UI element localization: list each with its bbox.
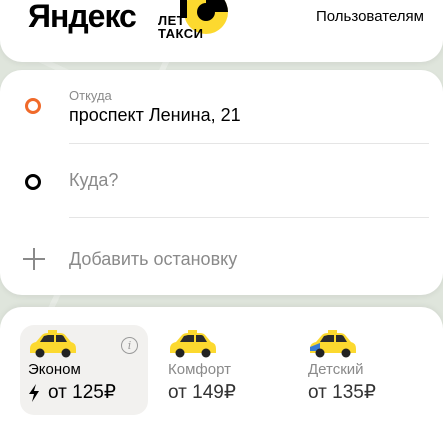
kids-taxi-car-icon <box>310 330 356 358</box>
tariff-price: от 135₽ <box>308 382 376 403</box>
add-stop-button[interactable]: Добавить остановку <box>69 249 237 270</box>
from-label: Откуда <box>69 88 112 103</box>
tariff-comfort[interactable]: Комфорт от 149₽ <box>160 325 288 415</box>
to-address-field[interactable]: Куда? <box>69 170 118 191</box>
yandex-logo[interactable]: Яндекс <box>28 0 137 35</box>
taxi-car-icon <box>170 330 216 358</box>
origin-point-icon <box>25 98 41 114</box>
info-icon[interactable]: i <box>121 337 138 354</box>
tariff-price: от 125₽ <box>48 382 116 403</box>
users-link[interactable]: Пользователям <box>316 8 424 25</box>
destination-point-icon <box>25 174 41 190</box>
tariff-econom[interactable]: i Эконом от 125₽ <box>20 325 148 415</box>
badge-line2: ТАКСИ <box>158 26 204 41</box>
tariff-name: Эконом <box>28 361 81 378</box>
lightning-icon <box>29 384 39 402</box>
tariff-name: Детский <box>308 361 364 378</box>
from-address-field[interactable]: проспект Ленина, 21 <box>69 105 241 126</box>
divider <box>69 143 429 144</box>
tariff-name: Комфорт <box>168 361 231 378</box>
plus-icon[interactable] <box>23 248 45 270</box>
tariff-price: от 149₽ <box>168 382 236 403</box>
tariff-kids[interactable]: Детский от 135₽ <box>300 325 428 415</box>
badge-caption: ЛЕТ ТАКСИ <box>158 14 204 40</box>
divider <box>69 217 429 218</box>
header: Яндекс ЛЕТ ТАКСИ Пользователям <box>0 0 443 62</box>
taxi-car-icon <box>30 330 76 358</box>
